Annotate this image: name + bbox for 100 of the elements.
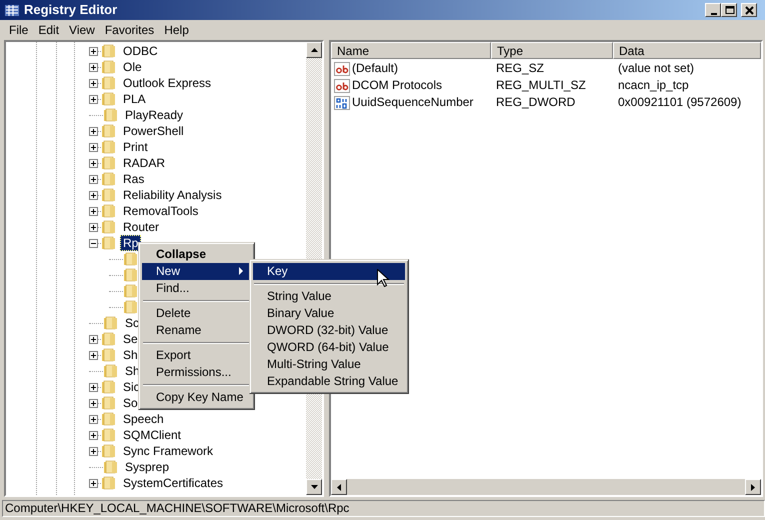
tree-item[interactable]: Print [120,138,151,156]
folder-icon [103,459,119,475]
tree-item[interactable]: Router [120,218,162,236]
folder-icon [101,411,117,427]
string-value-icon [334,78,350,94]
tree-item[interactable]: PLA [120,90,149,108]
value-name[interactable]: UuidSequenceNumber [350,95,491,110]
tree-item[interactable]: Outlook Express [120,74,214,92]
menu-item[interactable]: View [64,20,100,40]
menu-item[interactable]: File [4,20,34,40]
menu-item[interactable]: Collapse [142,246,251,263]
folder-icon [101,91,117,107]
scroll-left-button[interactable] [331,479,347,495]
menu-item[interactable]: Export [142,347,251,364]
menu-item[interactable]: Rename [142,322,251,339]
tree-item[interactable]: SystemCertificates [120,474,226,492]
maximize-icon[interactable] [724,4,734,16]
menu-item[interactable]: Multi-String Value [253,356,405,373]
mouse-cursor-icon [377,269,390,287]
value-data: ncacn_ip_tcp [617,78,690,93]
close-button[interactable] [741,3,757,17]
tree-item[interactable]: SQMClient [120,426,184,444]
tree-item[interactable]: PlayReady [122,106,186,124]
folder-icon [101,155,117,171]
string-value-icon [334,60,350,76]
submenu-arrow-icon [239,267,243,275]
value-name[interactable]: (Default) [350,61,491,76]
folder-icon [101,187,117,203]
menu-item[interactable]: Key [253,263,405,280]
menu-item[interactable]: Binary Value [253,305,405,322]
value-data: (value not set) [617,61,696,76]
tree-item[interactable]: RemovalTools [120,202,202,220]
folder-icon [101,427,117,443]
app-icon [4,2,20,18]
tree-item[interactable]: Reliability Analysis [120,186,225,204]
tree-item[interactable]: Sh [120,346,141,364]
folder-icon [101,331,117,347]
menu-item[interactable]: Edit [33,20,64,40]
status-bar: Computer\HKEY_LOCAL_MACHINE\SOFTWARE\Microsoft\Rpc [2,500,765,517]
folder-icon [101,219,117,235]
folder-icon [101,123,117,139]
tree-item[interactable]: Sync Framework [120,442,216,460]
menu-item[interactable]: DWORD (32-bit) Value [253,322,405,339]
tree-item[interactable]: Sc [122,314,142,332]
folder-icon [101,75,117,91]
menu-item[interactable]: Permissions... [142,364,251,381]
folder-icon [123,283,139,299]
binary-value-icon [334,94,350,110]
value-type: REG_SZ [495,61,546,76]
folder-icon [101,475,117,491]
folder-icon [101,347,117,363]
menu-item[interactable]: New [142,263,251,280]
tree-item[interactable]: ODBC [120,42,161,60]
folder-icon [123,267,139,283]
folder-icon [103,363,119,379]
scroll-up-button[interactable] [306,42,322,58]
tree-item[interactable]: So [120,394,141,412]
menu-item[interactable]: Find... [142,280,251,297]
menu-item[interactable]: Delete [142,305,251,322]
menu-item[interactable]: Favorites [100,20,160,40]
maximize-button[interactable] [721,3,737,17]
close-icon[interactable] [744,4,754,16]
folder-icon [103,107,119,123]
tree-item[interactable]: Sysprep [122,458,172,476]
tree-item[interactable]: Rp [120,234,142,252]
tree-item[interactable]: Ole [120,58,145,76]
triangle-up-icon[interactable] [310,47,318,53]
folder-icon [101,395,117,411]
tree-item[interactable]: Ras [120,170,148,188]
scroll-right-button[interactable] [745,479,761,495]
triangle-right-icon[interactable] [750,482,756,492]
folder-icon [101,171,117,187]
triangle-left-icon[interactable] [336,482,342,492]
minimize-button[interactable] [705,3,721,17]
menu-item[interactable]: QWORD (64-bit) Value [253,339,405,356]
menu-item[interactable]: Copy Key Name [142,389,251,406]
scroll-down-button[interactable] [306,479,322,495]
tree-item[interactable]: PowerShell [120,122,187,140]
column-header[interactable]: Data [613,42,761,59]
folder-icon [101,139,117,155]
menu-item[interactable]: String Value [253,288,405,305]
folder-icon [101,379,117,395]
menu-item[interactable]: Help [159,20,194,40]
value-name[interactable]: DCOM Protocols [350,78,491,93]
tree-item[interactable]: Se [120,330,141,348]
value-data: 0x00921101 (9572609) [617,95,742,110]
menu-item[interactable]: Expandable String Value [253,373,405,390]
folder-icon [103,315,119,331]
tree-item[interactable]: RADAR [120,154,168,172]
tree-item[interactable]: Speech [120,410,167,428]
folder-icon [123,299,139,315]
column-header[interactable]: Name [331,42,491,59]
folder-icon [101,443,117,459]
triangle-down-icon[interactable] [310,484,318,490]
value-type: REG_DWORD [495,95,576,110]
folder-icon [101,43,117,59]
column-header[interactable]: Type [491,42,613,59]
value-type: REG_MULTI_SZ [495,78,587,93]
scrollbar[interactable] [331,479,761,495]
folder-icon [101,235,117,251]
